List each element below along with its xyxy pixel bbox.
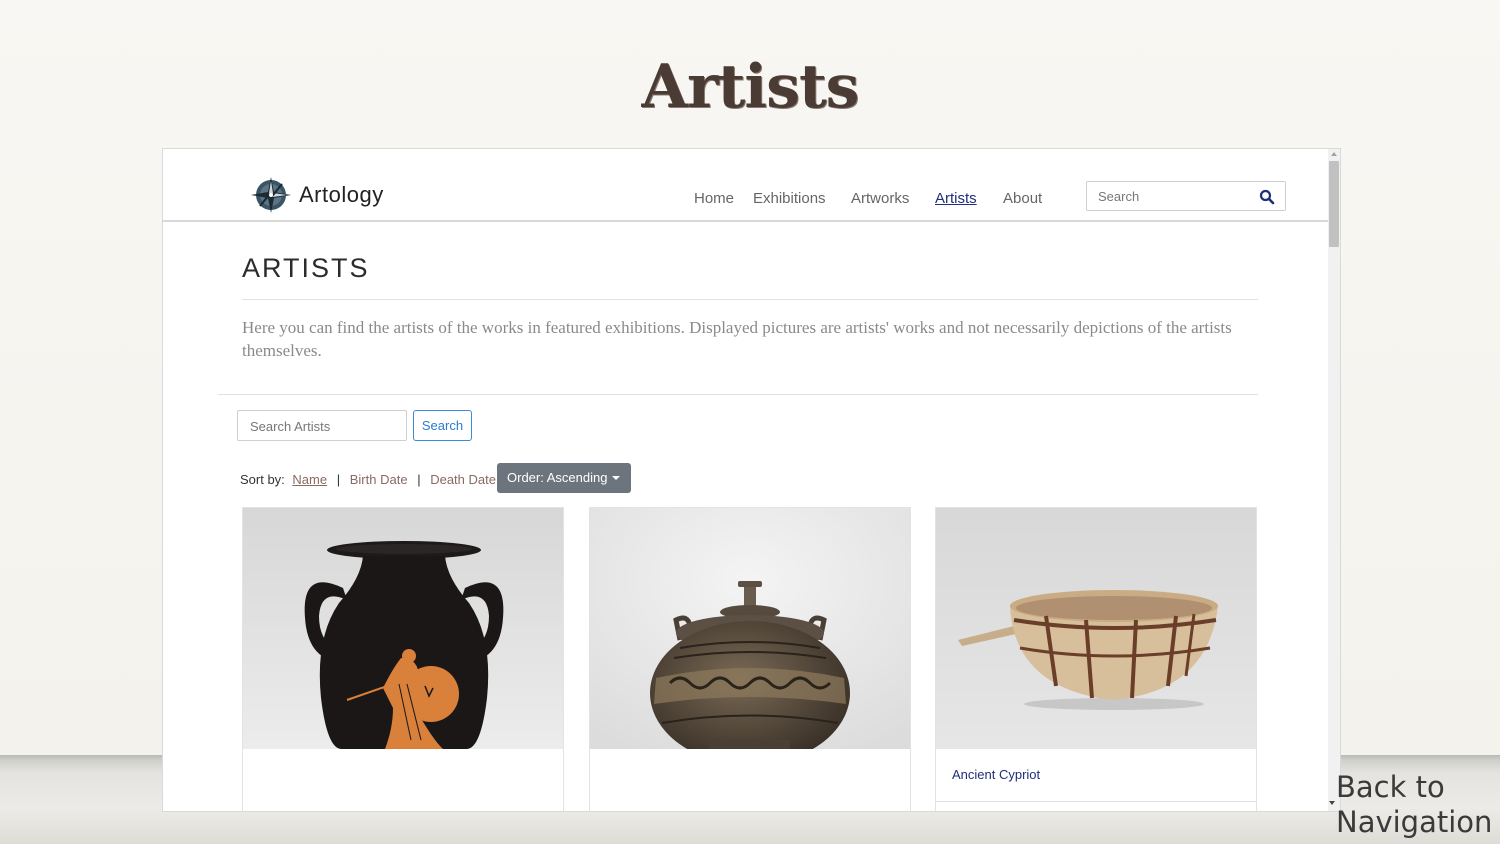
scrollbar-thumb[interactable] [1329,161,1339,247]
nav-search-box [1086,181,1286,211]
sort-by-death-date[interactable]: Death Date [430,472,496,487]
nav-link-artworks[interactable]: Artworks [851,190,909,207]
order-dropdown-button[interactable]: Order: Ascending [497,463,631,493]
divider [242,299,1258,300]
intro-text: Here you can find the artists of the wor… [242,318,1232,360]
caret-down-icon [612,476,620,480]
sort-bar: Sort by: Name | Birth Date | Death Date [240,471,496,487]
compass-icon [251,177,291,213]
nav-link-about[interactable]: About [1003,190,1042,207]
artwork-image-pyxis[interactable] [590,508,910,749]
browser-viewport: Artology Home Exhibitions Artworks Artis… [162,148,1341,812]
artist-name-link[interactable]: Ancient Cypriot [952,767,1040,782]
sort-separator: | [336,472,341,488]
artist-search-button[interactable]: Search [413,410,472,441]
scrollbar[interactable] [1328,149,1340,811]
nav-link-home[interactable]: Home [694,190,734,207]
sort-by-name[interactable]: Name [292,472,327,487]
artist-search-input[interactable] [248,418,402,435]
nav-search-input[interactable] [1096,188,1250,205]
brand[interactable]: Artology [249,175,384,215]
artist-card[interactable] [242,507,564,811]
artwork-image-bowl[interactable] [936,508,1256,749]
navbar: Artology Home Exhibitions Artworks Artis… [163,149,1328,222]
sort-separator: | [417,472,421,488]
artist-card[interactable] [589,507,911,811]
caret-down-icon [1329,801,1335,805]
divider [218,394,1258,395]
order-dropdown-label: Order: Ascending [507,470,608,485]
brand-name: Artology [299,182,384,207]
artwork-image-amphora[interactable] [243,508,563,749]
nav-link-exhibitions[interactable]: Exhibitions [753,190,826,207]
sort-label: Sort by: [240,472,285,488]
sort-by-birth-date[interactable]: Birth Date [350,472,408,487]
page-heading: ARTISTS [242,253,370,283]
artist-search-box [237,410,407,441]
search-icon[interactable] [1259,189,1275,205]
back-to-navigation-link[interactable]: Back to Navigation [1336,770,1500,840]
nav-link-artists[interactable]: Artists [935,190,977,207]
slide-title: Artists [641,52,860,122]
scroll-up-icon[interactable] [1331,152,1337,156]
card-divider [936,801,1256,802]
artist-card[interactable]: Ancient Cypriot [935,507,1257,811]
